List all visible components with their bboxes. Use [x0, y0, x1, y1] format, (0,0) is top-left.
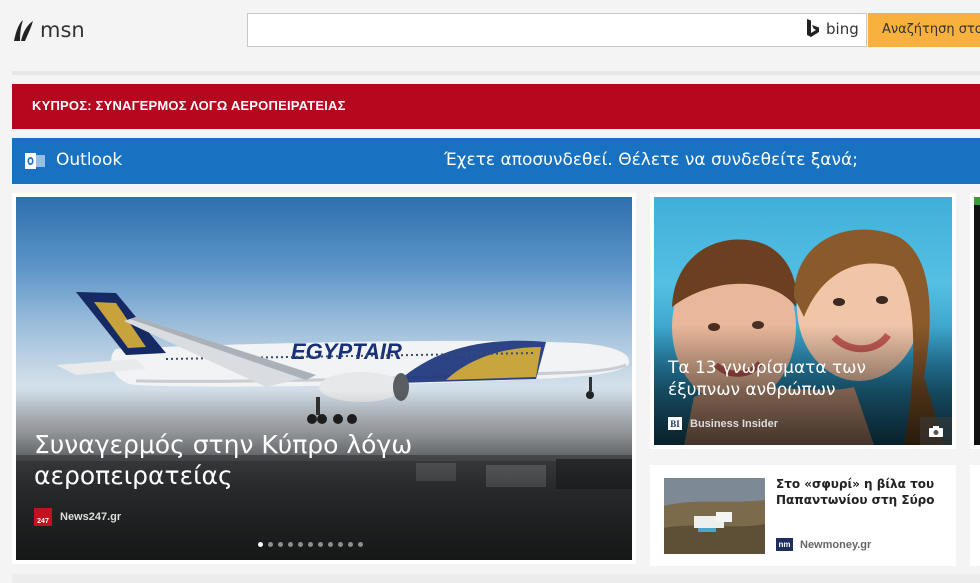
search-button[interactable]: Αναζήτηση στο Web	[868, 13, 980, 47]
gallery-button[interactable]	[920, 417, 952, 445]
carousel-dot[interactable]	[338, 542, 343, 547]
svg-text:EGYPTAIR: EGYPTAIR	[291, 339, 402, 364]
partial-tile-accent	[974, 197, 980, 205]
outlook-label: Outlook	[56, 150, 123, 170]
hero-image: EGYPTAIR Συναγερμός στην Κύπρο λόγω αερο…	[16, 197, 632, 560]
breaking-news-banner[interactable]: ΚΥΠΡΟΣ: ΣΥΝΑΓΕΡΜΟΣ ΛΟΓΩ ΑΕΡΟΠΕΙΡΑΤΕΙΑΣ	[12, 84, 980, 129]
search-input[interactable]	[247, 13, 867, 47]
news247-logo-icon: 247	[34, 508, 52, 526]
tile-headline[interactable]: Στο «σφυρί» η βίλα του Παπαντωνίου στη Σ…	[776, 476, 948, 508]
carousel-dot[interactable]	[278, 542, 283, 547]
carousel-dot[interactable]	[288, 542, 293, 547]
carousel-dot[interactable]	[328, 542, 333, 547]
carousel-dot[interactable]	[258, 542, 263, 547]
bottom-section-edge	[12, 574, 980, 583]
tile-source: BI Business Insider	[668, 417, 778, 430]
hero-source-name: News247.gr	[60, 511, 122, 523]
outlook-bar[interactable]: Outlook Έχετε αποσυνδεθεί. Θέλετε να συν…	[12, 138, 980, 184]
hero-source: 247 News247.gr	[34, 508, 121, 526]
carousel-dot[interactable]	[298, 542, 303, 547]
breaking-news-text: ΚΥΠΡΟΣ: ΣΥΝΑΓΕΡΜΟΣ ΛΟΓΩ ΑΕΡΟΠΕΙΡΑΤΕΙΑΣ	[32, 98, 346, 113]
carousel-dot[interactable]	[308, 542, 313, 547]
msn-logo[interactable]: msn	[12, 17, 85, 43]
children-photo: Τα 13 γνωρίσματα των έξυπνων ανθρώπων BI…	[654, 197, 952, 445]
villa-thumbnail	[664, 478, 765, 554]
header: msn bing Αναζήτηση στο Web	[0, 0, 980, 62]
logo-text: msn	[40, 18, 85, 42]
story-tile-partial[interactable]	[970, 465, 980, 566]
business-insider-logo-icon: BI	[668, 417, 682, 430]
carousel-indicators	[258, 542, 363, 547]
tile-source: nm Newmoney.gr	[776, 538, 871, 551]
tile-headline[interactable]: Τα 13 γνωρίσματα των έξυπνων ανθρώπων	[668, 357, 898, 401]
signed-out-message[interactable]: Έχετε αποσυνδεθεί. Θέλετε να συνδεθείτε …	[444, 150, 858, 170]
outlook-icon	[25, 153, 45, 169]
story-tile-smart-people[interactable]: Τα 13 γνωρίσματα των έξυπνων ανθρώπων BI…	[650, 193, 956, 449]
story-tile-villa[interactable]: Στο «σφυρί» η βίλα του Παπαντωνίου στη Σ…	[650, 465, 956, 566]
villa-image	[664, 478, 765, 554]
header-divider	[12, 71, 980, 75]
carousel-dot[interactable]	[268, 542, 273, 547]
msn-butterfly-icon	[14, 20, 33, 41]
bing-label: bing	[826, 20, 859, 38]
carousel-dot[interactable]	[318, 542, 323, 547]
tile-source-name: Business Insider	[690, 417, 779, 430]
newmoney-logo-icon: nm	[776, 538, 793, 551]
hero-headline[interactable]: Συναγερμός στην Κύπρο λόγω αεροπειρατεία…	[34, 429, 454, 491]
bing-icon	[807, 19, 819, 37]
tile-source-name: Newmoney.gr	[800, 538, 872, 551]
hero-story[interactable]: EGYPTAIR Συναγερμός στην Κύπρο λόγω αερο…	[12, 193, 636, 564]
partial-tile-image	[974, 197, 980, 445]
bing-brand: bing	[806, 19, 859, 39]
camera-icon	[929, 425, 943, 437]
carousel-dot[interactable]	[358, 542, 363, 547]
carousel-dot[interactable]	[348, 542, 353, 547]
story-tile-partial[interactable]	[970, 193, 980, 449]
